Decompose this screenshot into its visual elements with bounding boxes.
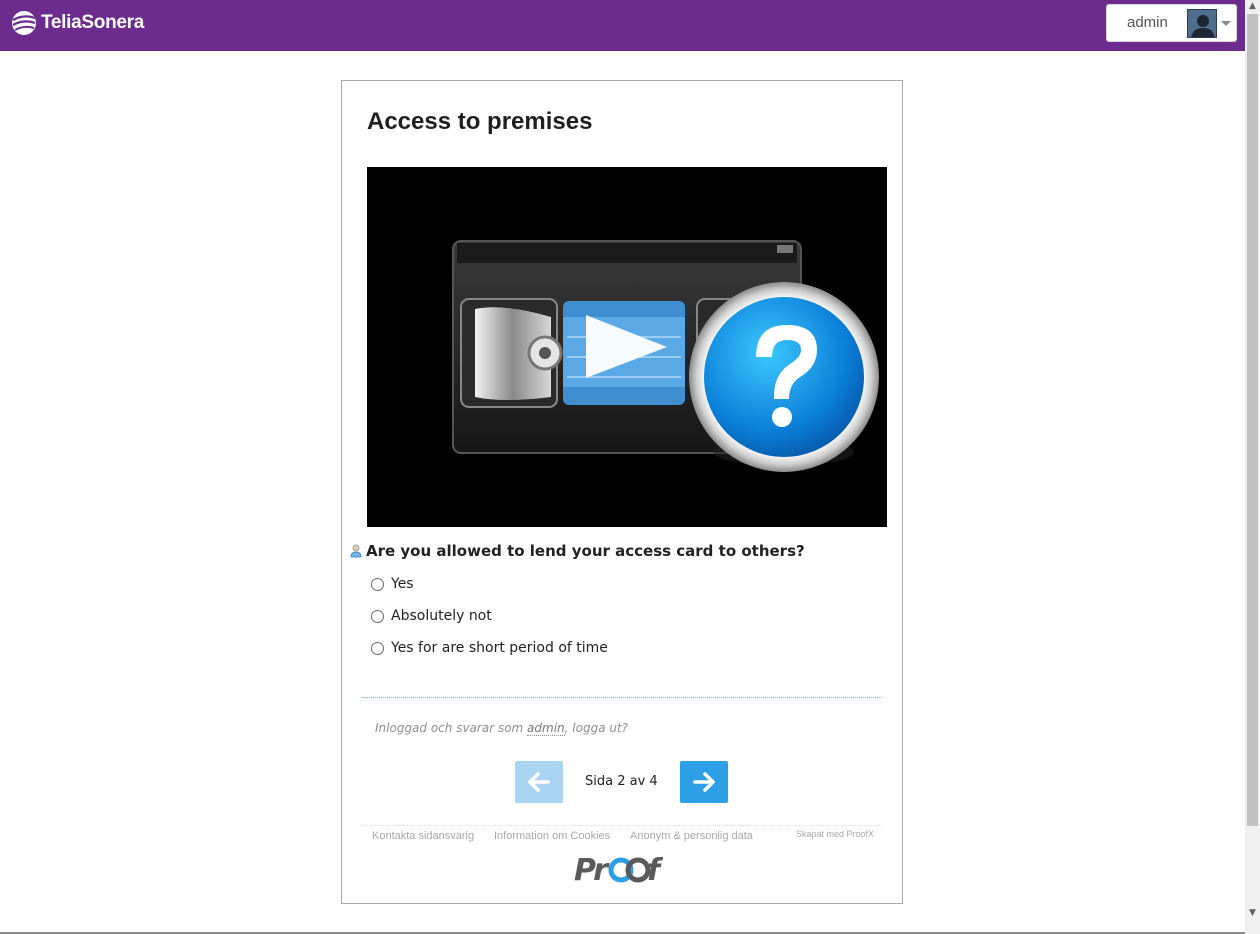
option-label: Absolutely not	[391, 608, 492, 624]
question-text: Are you allowed to lend your access card…	[366, 542, 805, 560]
radio-button[interactable]	[371, 641, 384, 655]
top-bar: TeliaSonera admin	[0, 0, 1245, 51]
answer-options: Yes Absolutely not Yes for are short per…	[371, 568, 871, 664]
user-silhouette-icon	[1188, 10, 1216, 37]
login-prefix: Inloggad och svarar som	[375, 721, 528, 735]
arrow-left-icon	[528, 772, 550, 792]
scrollbar[interactable]: ▲ ▼	[1245, 0, 1260, 934]
brand[interactable]: TeliaSonera	[10, 8, 144, 38]
question: Are you allowed to lend your access card…	[350, 542, 890, 560]
page-indicator: Sida 2 av 4	[585, 774, 658, 789]
next-page-button[interactable]	[680, 761, 728, 803]
previous-page-button[interactable]	[515, 761, 563, 803]
chevron-down-icon	[1221, 21, 1231, 26]
footer-link-anonymous[interactable]: Anonym & personlig data	[630, 830, 753, 842]
login-info: Inloggad och svarar som admin, logga ut?	[375, 721, 628, 736]
svg-text:f: f	[647, 853, 664, 887]
footer-divider	[362, 825, 882, 826]
video-thumbnail	[452, 240, 879, 472]
option-short-period[interactable]: Yes for are short period of time	[371, 632, 871, 664]
user-name: admin	[1127, 14, 1168, 31]
person-icon	[350, 544, 362, 558]
option-absolutely-not[interactable]: Absolutely not	[371, 600, 871, 632]
svg-text:Pr: Pr	[574, 853, 610, 887]
logout-link[interactable]: logga ut?	[572, 721, 628, 735]
teliasonera-logo-icon	[12, 11, 36, 35]
radio-button[interactable]	[371, 609, 384, 623]
pager: Sida 2 av 4	[515, 761, 729, 803]
radio-button[interactable]	[371, 577, 384, 591]
divider	[362, 697, 882, 698]
page-title: Access to premises	[367, 108, 593, 135]
user-menu[interactable]: admin	[1106, 4, 1237, 42]
option-label: Yes for are short period of time	[391, 640, 608, 656]
footer-link-cookies[interactable]: Information om Cookies	[494, 830, 610, 842]
video-player[interactable]	[367, 167, 887, 527]
footer-link-contact[interactable]: Kontakta sidansvarig	[372, 830, 474, 842]
option-label: Yes	[391, 576, 414, 592]
option-yes[interactable]: Yes	[371, 568, 871, 600]
arrow-right-icon	[693, 772, 715, 792]
scroll-down-icon[interactable]: ▼	[1247, 908, 1258, 919]
made-with-text[interactable]: Skapat med ProofX	[796, 829, 874, 839]
question-mark-icon	[689, 282, 879, 472]
avatar	[1187, 9, 1217, 38]
scroll-thumb[interactable]	[1247, 14, 1258, 826]
login-user-link[interactable]: admin	[527, 721, 565, 736]
proofx-logo[interactable]: Pr f	[572, 851, 668, 887]
brand-name: TeliaSonera	[41, 12, 144, 33]
survey-card: Access to premises Are you allowed to le…	[341, 80, 903, 904]
scroll-up-icon[interactable]: ▲	[1247, 1, 1258, 12]
